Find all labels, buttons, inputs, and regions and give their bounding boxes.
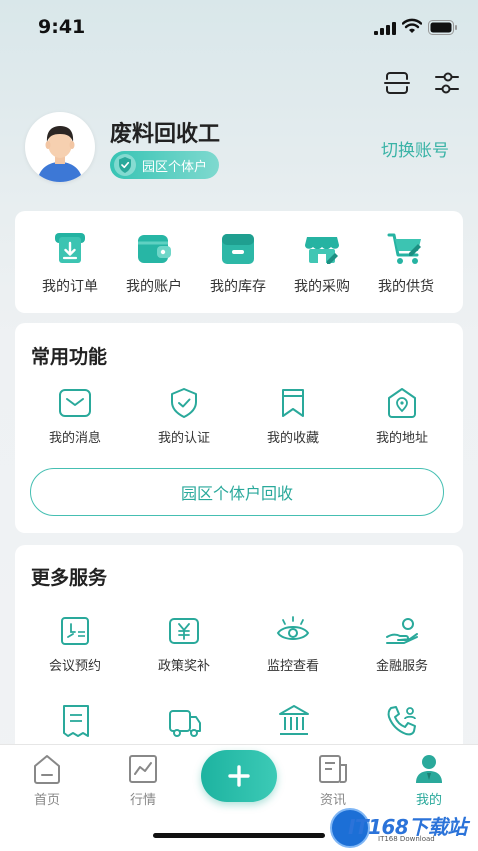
- my-account-button[interactable]: 我的账户: [109, 231, 199, 296]
- store-icon: [305, 237, 339, 264]
- quick-label: 我的订单: [42, 279, 98, 295]
- home-icon: [34, 755, 60, 784]
- wallet-icon: [138, 235, 171, 263]
- my-purchase-button[interactable]: 我的采购: [277, 231, 367, 296]
- document-icon[interactable]: [59, 703, 93, 739]
- quick-label: 我的账户: [126, 279, 182, 295]
- section-title: 常用功能: [31, 346, 108, 368]
- bank-icon[interactable]: [277, 703, 311, 739]
- service-label: 政策奖补: [157, 659, 210, 674]
- add-button[interactable]: [201, 750, 277, 802]
- order-icon: [55, 233, 85, 263]
- phone-contact-icon[interactable]: [385, 703, 419, 739]
- function-label: 我的认证: [157, 431, 210, 446]
- news-icon: [319, 755, 347, 783]
- eye-icon: [276, 616, 310, 640]
- watermark-subtext: IT168 Download: [378, 835, 435, 843]
- quick-actions-card: 我的订单 我的账户 我的库存 我的采购 我的供货: [15, 211, 463, 313]
- meeting-booking-button[interactable]: 会议预约: [20, 615, 130, 674]
- inventory-icon: [222, 234, 254, 264]
- bookmark-icon: [282, 389, 304, 417]
- my-supply-button[interactable]: 我的供货: [361, 231, 451, 296]
- avatar[interactable]: [25, 112, 95, 182]
- monitor-view-button[interactable]: 监控查看: [238, 615, 348, 674]
- shield-icon: [171, 388, 197, 418]
- cart-icon: [387, 233, 421, 264]
- tab-label: 行情: [129, 793, 156, 808]
- battery-icon: [428, 20, 457, 35]
- quick-label: 我的库存: [210, 279, 266, 295]
- quick-label: 我的供货: [378, 279, 434, 295]
- finance-service-button[interactable]: 金融服务: [347, 615, 457, 674]
- common-functions-card: 常用功能 我的消息 我的认证 我的收藏 我的地址 园区个体户回收: [15, 323, 463, 533]
- function-label: 我的地址: [375, 431, 428, 446]
- tab-home[interactable]: 首页: [12, 753, 82, 808]
- watermark: IT168下载站 IT168 Download: [330, 806, 478, 850]
- location-icon: [388, 388, 416, 418]
- user-type-badge: 园区个体户: [110, 151, 220, 179]
- tab-mine[interactable]: 我的: [394, 753, 464, 808]
- truck-icon[interactable]: [167, 705, 203, 739]
- meeting-icon: [61, 617, 89, 645]
- section-title: 更多服务: [31, 567, 108, 589]
- my-messages-button[interactable]: 我的消息: [20, 387, 130, 446]
- finance-icon: [386, 618, 418, 644]
- settings-icon[interactable]: [434, 70, 460, 96]
- verified-shield-icon: [114, 154, 136, 176]
- home-indicator: [153, 833, 325, 838]
- my-favorites-button[interactable]: 我的收藏: [238, 387, 348, 446]
- function-label: 我的收藏: [266, 431, 319, 446]
- my-certification-button[interactable]: 我的认证: [129, 387, 239, 446]
- user-avatar-icon: [37, 126, 83, 182]
- my-address-button[interactable]: 我的地址: [347, 387, 457, 446]
- yuan-icon: [169, 618, 199, 644]
- my-orders-button[interactable]: 我的订单: [25, 231, 115, 296]
- tab-label: 首页: [33, 793, 60, 808]
- my-inventory-button[interactable]: 我的库存: [193, 231, 283, 296]
- quick-label: 我的采购: [294, 279, 350, 295]
- service-label: 金融服务: [375, 659, 428, 674]
- tab-market[interactable]: 行情: [108, 753, 178, 808]
- status-time: 9:41: [38, 16, 86, 38]
- scan-icon[interactable]: [384, 70, 410, 96]
- service-label: 监控查看: [266, 659, 319, 674]
- mail-icon: [59, 389, 91, 417]
- wifi-icon: [402, 18, 422, 33]
- plus-icon: [228, 765, 250, 787]
- user-type-label: 园区个体户: [142, 159, 208, 175]
- status-bar: 9:41: [0, 0, 478, 56]
- user-icon: [416, 755, 442, 783]
- service-label: 会议预约: [48, 659, 101, 674]
- more-services-card: 更多服务 会议预约 政策奖补 监控查看 金融服务: [15, 545, 463, 765]
- user-name: 废料回收工: [110, 122, 221, 147]
- park-recycle-button[interactable]: 园区个体户回收: [30, 468, 444, 516]
- policy-subsidy-button[interactable]: 政策奖补: [129, 615, 239, 674]
- signal-icon: [374, 22, 396, 35]
- switch-account-link[interactable]: 切换账号: [381, 136, 449, 161]
- chart-icon: [129, 755, 157, 783]
- tab-news[interactable]: 资讯: [298, 753, 368, 808]
- function-label: 我的消息: [48, 431, 101, 446]
